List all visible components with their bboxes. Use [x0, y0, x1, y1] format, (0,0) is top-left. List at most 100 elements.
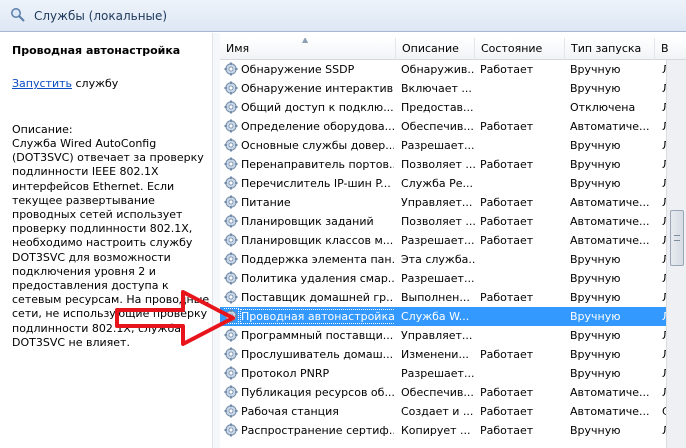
- service-row[interactable]: Рабочая станция Создает и ... Работает Авто…: [220, 402, 666, 421]
- service-name-cell: Проводная автонастройка: [224, 307, 394, 326]
- window-title: Службы (локальные): [34, 9, 168, 23]
- service-state-cell: Работает: [480, 348, 534, 361]
- service-startup-cell: Автоматиче...: [570, 196, 650, 209]
- service-name: Обнаружение SSDP: [241, 63, 355, 76]
- service-row[interactable]: Обнаружение SSDP Обнаружив... Работает Вруч…: [220, 60, 666, 79]
- column-header-name[interactable]: ▲ Имя: [220, 38, 396, 60]
- service-startup-cell: Вручную: [570, 348, 621, 361]
- service-startup-cell: Отключена: [570, 101, 636, 114]
- service-name-cell: Прослушиватель домаш...: [224, 345, 394, 364]
- service-row[interactable]: Перенаправитель портов... Позволяет ... Ра…: [220, 155, 666, 174]
- vertical-scrollbar[interactable]: [666, 60, 686, 448]
- magnifier-icon: [11, 8, 25, 22]
- service-name: Публикация ресурсов об...: [241, 386, 394, 399]
- service-name-cell: Распространение сертиф...: [224, 421, 394, 440]
- service-startup-cell: Вручную: [570, 367, 621, 380]
- service-startup-cell: Вручную: [570, 158, 621, 171]
- service-startup-cell: Вручную: [570, 82, 621, 95]
- service-state-cell: Работает: [480, 234, 534, 247]
- service-row[interactable]: Программный поставщи... Управляет... Вручн…: [220, 326, 666, 345]
- service-name-cell: Обнаружение SSDP: [224, 60, 394, 79]
- service-description-cell: Разрешает...: [401, 367, 475, 380]
- service-state-cell: Работает: [480, 386, 534, 399]
- service-name-cell: Питание: [224, 193, 394, 212]
- service-state-cell: Работает: [480, 63, 534, 76]
- column-header-startup[interactable]: Тип запуска: [565, 38, 655, 60]
- list-header: ▲ Имя Описание Состояние Тип запуска В: [220, 38, 686, 60]
- gear-icon: [224, 62, 238, 76]
- gear-icon: [224, 214, 238, 228]
- service-row[interactable]: Поставщик домашней гр... Выполнен... Работ…: [220, 288, 666, 307]
- service-row[interactable]: Перечислитель IP-шин P... Служба Ре... Вру…: [220, 174, 666, 193]
- service-description-cell: Изменени...: [401, 348, 469, 361]
- service-description-cell: Создает и ...: [401, 405, 474, 418]
- service-startup-cell: Автоматиче...: [570, 120, 650, 133]
- service-description-cell: Служба W...: [401, 310, 470, 323]
- service-description-cell: Включает ...: [401, 82, 472, 95]
- service-state-cell: Работает: [480, 424, 534, 437]
- service-name: Общий доступ к подклю...: [241, 101, 394, 114]
- pane-splitter[interactable]: [212, 33, 220, 448]
- service-state-cell: Работает: [480, 120, 534, 133]
- column-header-startup-label: Тип запуска: [571, 42, 642, 55]
- column-header-state[interactable]: Состояние: [475, 38, 565, 60]
- service-row[interactable]: Публикация ресурсов об... Обеспечив... Раб…: [220, 383, 666, 402]
- service-name: Поддержка элемента пан...: [241, 253, 394, 266]
- service-name: Протокол PNRP: [241, 367, 330, 380]
- service-startup-cell: Автоматиче...: [570, 234, 650, 247]
- service-name: Перечислитель IP-шин P...: [241, 177, 391, 190]
- service-startup-cell: Вручную: [570, 329, 621, 342]
- service-name: Поставщик домашней гр...: [241, 291, 394, 304]
- service-row[interactable]: Протокол PNRPРазрешает...ВручнуюЛ: [220, 364, 666, 383]
- service-state-cell: [480, 250, 565, 269]
- service-name: Планировщик заданий: [241, 215, 374, 228]
- service-row[interactable]: Общий доступ к подклю... Предостав... Откл…: [220, 98, 666, 117]
- gear-icon: [224, 195, 238, 209]
- service-state-cell: [480, 79, 565, 98]
- service-row[interactable]: Определение оборудова... Обеспечив... Рабо…: [220, 117, 666, 136]
- service-row[interactable]: Планировщик классов м... Разрешает... Рабо…: [220, 231, 666, 250]
- gear-icon: [224, 404, 238, 418]
- service-row[interactable]: Политика удаления смар... Разрешает... Вру…: [220, 269, 666, 288]
- service-description-cell: Разрешает...: [401, 272, 475, 285]
- service-name: Политика удаления смар...: [241, 272, 394, 285]
- service-name: Рабочая станция: [241, 405, 339, 418]
- column-header-description-label: Описание: [402, 42, 459, 55]
- service-row[interactable]: Распространение сертиф... Копирует ... Раб…: [220, 421, 666, 440]
- service-description-cell: Разрешает...: [401, 139, 475, 152]
- services-list: Обнаружение SSDP Обнаружив... Работает Вруч…: [220, 60, 666, 448]
- start-service-link[interactable]: Запустить: [12, 77, 72, 90]
- service-name-cell: Перечислитель IP-шин P...: [224, 174, 394, 193]
- column-header-logon[interactable]: В: [655, 38, 686, 60]
- service-row[interactable]: Поддержка элемента пан... Эта служба... Вр…: [220, 250, 666, 269]
- column-header-description[interactable]: Описание: [396, 38, 475, 60]
- service-row[interactable]: Питание Управляет... Работает Автоматиче...…: [220, 193, 666, 212]
- column-header-name-label: Имя: [226, 42, 250, 55]
- scrollbar-thumb[interactable]: [670, 210, 684, 266]
- service-row[interactable]: Обнаружение интерактив... Включает ... Вру…: [220, 79, 666, 98]
- service-name-cell: Программный поставщи...: [224, 326, 394, 345]
- service-name: Планировщик классов м...: [241, 234, 394, 247]
- service-startup-cell: Вручную: [570, 291, 621, 304]
- service-row[interactable]: Прослушиватель домаш... Изменени... Работа…: [220, 345, 666, 364]
- service-row[interactable]: Планировщик заданий Позволяет ... Работает…: [220, 212, 666, 231]
- service-state-cell: Работает: [480, 405, 534, 418]
- service-description-cell: Обеспечив...: [401, 386, 474, 399]
- service-name-cell: Планировщик классов м...: [224, 231, 394, 250]
- service-startup-cell: Вручную: [570, 139, 621, 152]
- service-description-cell: Служба Ре...: [401, 177, 474, 190]
- gear-icon: [224, 252, 238, 266]
- service-startup-cell: Вручную: [570, 310, 621, 323]
- sort-ascending-icon: ▲: [302, 38, 309, 44]
- gear-icon: [224, 385, 238, 399]
- service-startup-cell: Вручную: [570, 272, 621, 285]
- service-row[interactable]: Основные службы довер... Разрешает... Вруч…: [220, 136, 666, 155]
- gear-icon: [224, 233, 238, 247]
- gear-icon: [224, 308, 239, 324]
- service-description-cell: Разрешает...: [401, 234, 475, 247]
- service-name: Обнаружение интерактив...: [241, 82, 394, 95]
- service-description-cell: Управляет...: [401, 196, 473, 209]
- service-row[interactable]: Проводная автонастройка Служба W... Вручну…: [220, 307, 666, 326]
- service-startup-cell: Вручную: [570, 253, 621, 266]
- extended-view-pane: Проводная автонастройка Запустить службу…: [0, 33, 212, 448]
